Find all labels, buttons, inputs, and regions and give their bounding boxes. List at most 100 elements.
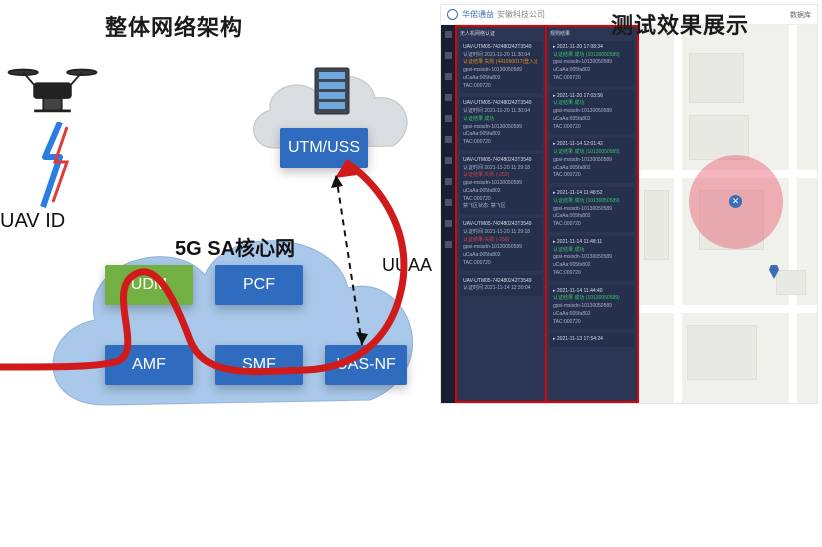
ucaa: uCaAa:005fa802 — [463, 188, 539, 195]
gpsi: gpsi-msisdn-10130050589 — [553, 108, 631, 115]
rule-result-card[interactable]: ▸ 2021-11-13 17:54:24 — [550, 333, 634, 347]
topbar-menu[interactable]: 数据库 — [790, 10, 811, 20]
sidebar-item[interactable] — [445, 241, 452, 248]
core-network-title: 5G SA核心网 — [175, 232, 295, 261]
tac: TAC:000720 — [463, 196, 539, 203]
sidebar — [441, 25, 455, 403]
rule-result-card[interactable]: ▸ 2021-11-14 11:48:52认证结果 成功 (1013005058… — [550, 187, 634, 232]
event-time: ▸ 2021-11-20 17:03:56 — [553, 93, 631, 100]
extra: 禁飞区状态: 禁飞区 — [463, 203, 539, 210]
sidebar-item[interactable] — [445, 178, 452, 185]
rule-result-card[interactable]: ▸ 2021-11-14 12:01:42认证结果 成功 (1013005058… — [550, 138, 634, 183]
sidebar-item[interactable] — [445, 73, 452, 80]
auth-log-column: 无人机网络认证 UAV-UTM05-742480242T3549认证时间 202… — [455, 25, 547, 403]
auth-time: 认证时间 2021-11-14 12:30:04 — [463, 285, 539, 292]
utm-uss-box: UTM/USS — [280, 128, 368, 168]
ucaa: uCaAa:005fa802 — [463, 252, 539, 259]
lightning-icon — [35, 122, 75, 212]
utm-cloud: UTM/USS — [245, 48, 420, 188]
rule-result-card[interactable]: ▸ 2021-11-20 17:03:56认证结果 成功gpsi-msisdn-… — [550, 90, 634, 135]
sidebar-item[interactable] — [445, 220, 452, 227]
ucaa: uCaAa:005fa802 — [553, 262, 631, 269]
rule-result-card[interactable]: ▸ 2021-11-14 11:44:40认证结果 成功 (1013005058… — [550, 285, 634, 330]
auth-time: 认证时间 2021-11-20 11:30:04 — [463, 52, 539, 59]
auth-result: 认证结果 成功 (10130050589) — [553, 295, 631, 302]
tac: TAC:000720 — [553, 319, 631, 326]
auth-log-card[interactable]: UAV-UTM05-742480242T3549认证时间 2021-11-20 … — [460, 154, 542, 214]
demo-app: 华偌通益 安徽科技公司 数据库 无人机网络认证 UAV-UTM05-742480… — [440, 4, 818, 404]
auth-log-card[interactable]: UAV-UTM05-742480242T3549认证时间 2021-11-20 … — [460, 97, 542, 150]
auth-result: 认证结果 失败 (-250) — [463, 172, 539, 179]
auth-time: 认证时间 2021-11-20 11:30:04 — [463, 108, 539, 115]
demo-title: 测试效果展示 — [611, 8, 749, 40]
event-time: ▸ 2021-11-14 11:48:11 — [553, 239, 631, 246]
rule-result-card[interactable]: ▸ 2021-11-14 11:48:11认证结果 成功gpsi-msisdn-… — [550, 236, 634, 281]
uav-id: UAV-UTM05-742480242T3549 — [463, 157, 539, 164]
drone-icon — [5, 65, 100, 120]
auth-result: 认证结果 成功 (10130050589) — [553, 52, 631, 59]
ucaa: uCaAa:005fa802 — [553, 213, 631, 220]
tac: TAC:000720 — [553, 172, 631, 179]
tac: TAC:000720 — [553, 75, 631, 82]
nf-uas-nf: UAS-NF — [325, 345, 407, 385]
architecture-diagram: 整体网络架构 UAV ID UTM/US — [0, 0, 435, 547]
rule-result-column: 规则结果 ▸ 2021-11-20 17:08:34认证结果 成功 (10130… — [547, 25, 639, 403]
event-time: ▸ 2021-11-13 17:54:24 — [553, 336, 631, 343]
ucaa: uCaAa:005fa802 — [463, 131, 539, 138]
map-view[interactable]: ✕ — [639, 25, 817, 403]
auth-time: 认证时间 2021-11-20 11:29:18 — [463, 229, 539, 236]
ucaa: uCaAa:005fa802 — [553, 116, 631, 123]
ucaa: uCaAa:005fa802 — [553, 165, 631, 172]
nf-smf: SMF — [215, 345, 303, 385]
architecture-title: 整体网络架构 — [105, 10, 243, 42]
gpsi: gpsi-msisdn-10130050589 — [463, 124, 539, 131]
uav-id: UAV-UTM05-742480242T3549 — [463, 278, 539, 285]
ucaa: uCaAa:005fa802 — [553, 311, 631, 318]
auth-result: 认证结果 成功 (10130050589) — [553, 198, 631, 205]
tac: TAC:000720 — [463, 139, 539, 146]
sidebar-item[interactable] — [445, 199, 452, 206]
sidebar-item[interactable] — [445, 52, 452, 59]
auth-time: 认证时间 2021-11-20 11:29:18 — [463, 165, 539, 172]
auth-result: 认证结果 成功 — [553, 247, 631, 254]
sidebar-item[interactable] — [445, 157, 452, 164]
auth-log-card[interactable]: UAV-UTM05-742480242T3549认证时间 2021-11-20 … — [460, 218, 542, 271]
sidebar-item[interactable] — [445, 31, 452, 38]
event-time: ▸ 2021-11-14 12:01:42 — [553, 141, 631, 148]
gpsi: gpsi-msisdn-10130050589 — [553, 303, 631, 310]
tac: TAC:000720 — [553, 124, 631, 131]
company-name: 安徽科技公司 — [497, 9, 545, 20]
uav-id: UAV-UTM05-742480242T3549 — [463, 100, 539, 107]
auth-result: 认证结果 失败 (441990017(登入)) — [463, 59, 539, 66]
tac: TAC:000720 — [553, 221, 631, 228]
auth-result: 认证结果 失败 (-250) — [463, 237, 539, 244]
sidebar-item[interactable] — [445, 115, 452, 122]
tac: TAC:000720 — [463, 83, 539, 90]
ucaa: uCaAa:005fa802 — [463, 75, 539, 82]
rule-result-card[interactable]: ▸ 2021-11-20 17:08:34认证结果 成功 (1013005058… — [550, 41, 634, 86]
brand-name: 华偌通益 — [462, 9, 494, 20]
logo-icon — [447, 9, 458, 20]
server-icon — [313, 66, 351, 116]
tac: TAC:000720 — [553, 270, 631, 277]
nf-pcf: PCF — [215, 265, 303, 305]
gpsi: gpsi-msisdn-10130050589 — [553, 206, 631, 213]
core-network-cloud: 5G SA核心网 UDM PCF AMF SMF UAS-NF — [50, 210, 420, 430]
map-pin-alert[interactable]: ✕ — [729, 195, 742, 208]
event-time: ▸ 2021-11-14 11:44:40 — [553, 288, 631, 295]
auth-result: 认证结果 成功 — [553, 100, 631, 107]
event-time: ▸ 2021-11-14 11:48:52 — [553, 190, 631, 197]
auth-log-card[interactable]: UAV-UTM05-742480242T3549认证时间 2021-11-20 … — [460, 41, 542, 94]
gpsi: gpsi-msisdn-10130050589 — [463, 244, 539, 251]
breadcrumb: 无人机网络认证 — [460, 31, 542, 38]
auth-result: 认证结果 成功 — [463, 116, 539, 123]
gpsi: gpsi-msisdn-10130050589 — [553, 157, 631, 164]
nf-amf: AMF — [105, 345, 193, 385]
uuaa-label: UUAA — [382, 255, 432, 276]
nf-udm: UDM — [105, 265, 193, 305]
sidebar-item[interactable] — [445, 94, 452, 101]
auth-log-card[interactable]: UAV-UTM05-742480242T3549认证时间 2021-11-14 … — [460, 275, 542, 297]
uav-id: UAV-UTM05-742480242T3549 — [463, 44, 539, 51]
gpsi: gpsi-msisdn-10130050589 — [463, 67, 539, 74]
sidebar-item[interactable] — [445, 136, 452, 143]
